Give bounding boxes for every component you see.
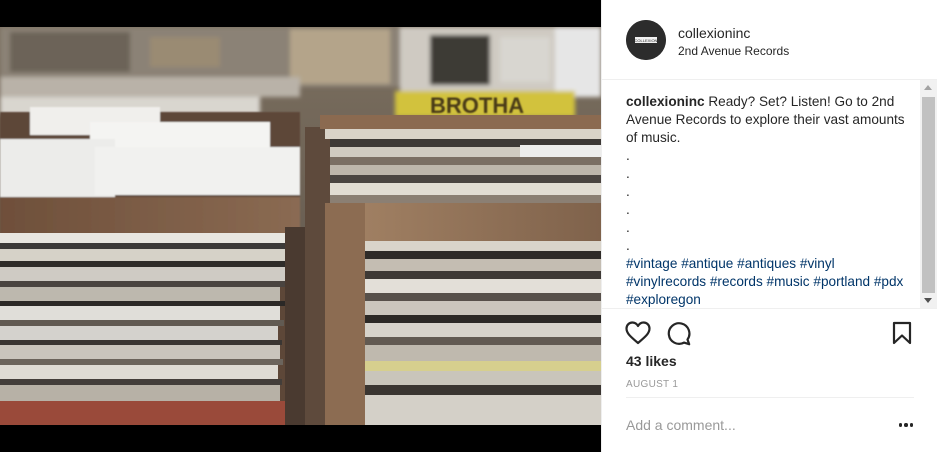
comment-icon <box>667 321 690 345</box>
caption-username-link[interactable]: collexioninc <box>626 94 705 109</box>
caption-area: collexioninc Ready? Set? Listen! Go to 2… <box>602 80 937 308</box>
hashtag-link[interactable]: #portland <box>813 274 870 289</box>
hashtag-link[interactable]: #records <box>710 274 763 289</box>
likes-count[interactable]: 43 likes <box>626 353 677 369</box>
post-photo[interactable]: BROTHA <box>0 0 601 452</box>
hashtag-link[interactable]: #antique <box>681 256 733 271</box>
avatar[interactable]: COLLEXION <box>626 20 666 60</box>
hashtag-link[interactable]: #pdx <box>874 274 903 289</box>
caption-scrollbar[interactable] <box>920 80 937 308</box>
caption: collexioninc Ready? Set? Listen! Go to 2… <box>626 93 916 308</box>
more-options-button[interactable] <box>894 415 918 435</box>
caption-dot: . <box>626 166 630 181</box>
hashtag-link[interactable]: #vintage <box>626 256 677 271</box>
caption-dot: . <box>626 238 630 253</box>
hashtag-link[interactable]: #antiques <box>737 256 796 271</box>
post-actions: 43 likes AUGUST 1 <box>602 308 937 397</box>
hashtags: #vintage #antique #antiques #vinyl #viny… <box>626 256 903 307</box>
scroll-thumb[interactable] <box>922 97 935 293</box>
more-dot <box>904 423 908 427</box>
comment-bar <box>602 397 937 452</box>
more-dot <box>898 423 903 427</box>
hashtag-link[interactable]: #music <box>767 274 810 289</box>
comment-button[interactable] <box>664 319 692 347</box>
post-header: COLLEXION collexioninc 2nd Avenue Record… <box>602 0 937 80</box>
post-side-panel: COLLEXION collexioninc 2nd Avenue Record… <box>601 0 937 452</box>
heart-icon <box>625 321 651 345</box>
post-date[interactable]: AUGUST 1 <box>626 379 678 390</box>
location-link[interactable]: 2nd Avenue Records <box>678 44 789 58</box>
caption-dot: . <box>626 148 630 163</box>
svg-text:COLLEXION: COLLEXION <box>635 38 658 43</box>
save-button[interactable] <box>888 319 916 347</box>
bookmark-icon <box>892 321 912 345</box>
comment-divider <box>626 397 914 398</box>
caption-dot: . <box>626 184 630 199</box>
hashtag-link[interactable]: #vinyl <box>800 256 835 271</box>
like-button[interactable] <box>624 319 652 347</box>
record-bins-image: BROTHA <box>0 27 601 425</box>
sign-text: BROTHA <box>430 93 524 118</box>
scroll-down-icon[interactable] <box>924 298 932 303</box>
scroll-up-icon[interactable] <box>924 85 932 90</box>
hashtag-link[interactable]: #exploregon <box>626 292 701 307</box>
more-dot <box>909 423 914 427</box>
hashtag-link[interactable]: #vinylrecords <box>626 274 706 289</box>
username-link[interactable]: collexioninc <box>678 25 750 41</box>
caption-dot: . <box>626 220 630 235</box>
caption-dot: . <box>626 202 630 217</box>
collexion-logo: COLLEXION <box>626 20 666 60</box>
comment-input[interactable] <box>626 415 876 435</box>
